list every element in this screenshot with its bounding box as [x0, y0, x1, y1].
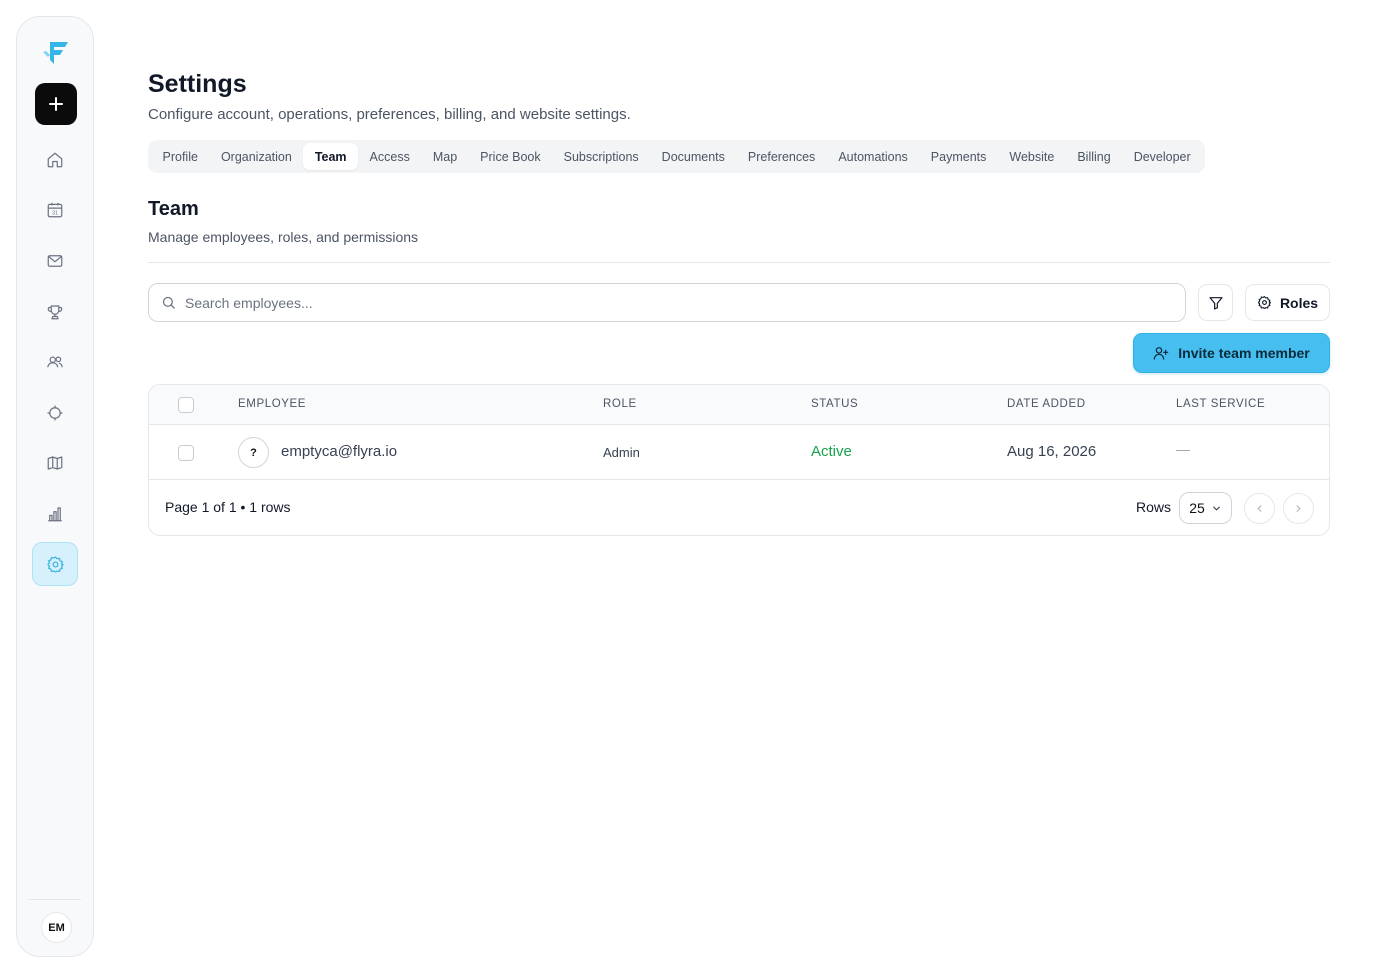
status-badge: Active	[811, 443, 852, 460]
user-avatar[interactable]: EM	[41, 912, 72, 943]
section-title: Team	[148, 198, 199, 220]
employee-email: emptyca@flyra.io	[281, 443, 398, 460]
next-page-button[interactable]	[1283, 493, 1314, 524]
column-header-role[interactable]: Role	[603, 398, 637, 410]
settings-icon	[46, 555, 64, 573]
home-icon	[47, 152, 63, 168]
column-header-date-added[interactable]: Date Added	[1007, 398, 1086, 410]
previous-page-button[interactable]	[1244, 493, 1275, 524]
calendar-icon: 31	[47, 202, 63, 218]
settings-tabs: Profile Organization Team Access Map Pri…	[148, 140, 1206, 173]
create-new-button[interactable]	[35, 83, 77, 125]
table-header: Employee Role Status Date Added Last Ser…	[149, 385, 1329, 425]
sidebar-divider	[29, 899, 81, 900]
employee-role: Admin	[603, 445, 640, 460]
search-icon	[162, 296, 175, 309]
svg-text:31: 31	[52, 211, 58, 217]
gear-icon	[1257, 296, 1271, 309]
nav-home[interactable]	[17, 138, 93, 182]
nav-team[interactable]	[17, 340, 93, 384]
employee-avatar: ?	[238, 437, 269, 468]
column-header-last-service[interactable]: Last Service	[1176, 398, 1265, 410]
column-header-employee[interactable]: Employee	[238, 398, 306, 410]
nav-settings[interactable]	[17, 542, 93, 586]
chevron-left-icon	[1257, 505, 1262, 512]
tab-developer[interactable]: Developer	[1122, 143, 1202, 170]
tab-organization[interactable]: Organization	[209, 143, 303, 170]
nav-reports[interactable]	[17, 492, 93, 536]
pagination-info: Page 1 of 1 • 1 rows	[165, 499, 291, 515]
rows-per-page-select[interactable]: 25	[1179, 492, 1232, 524]
last-service: —	[1176, 441, 1190, 457]
chevron-right-icon	[1296, 505, 1301, 512]
date-added: Aug 16, 2026	[1007, 443, 1097, 460]
tab-map[interactable]: Map	[421, 143, 468, 170]
search-bar	[148, 283, 1186, 322]
rows-per-page-value: 25	[1189, 500, 1205, 516]
chevron-down-icon	[1212, 506, 1220, 511]
bar-chart-icon	[48, 507, 62, 522]
sidebar: 31 EM	[16, 16, 94, 957]
invite-team-member-button[interactable]: Invite team member	[1133, 333, 1330, 373]
tab-payments[interactable]: Payments	[919, 143, 998, 170]
select-all-checkbox[interactable]	[178, 397, 194, 413]
invite-button-label: Invite team member	[1178, 345, 1310, 361]
tab-documents[interactable]: Documents	[650, 143, 736, 170]
page-subtitle: Configure account, operations, preferenc…	[148, 106, 631, 123]
tab-automations[interactable]: Automations	[827, 143, 919, 170]
tab-access[interactable]: Access	[358, 143, 421, 170]
nav-messages[interactable]	[17, 239, 93, 283]
target-icon	[47, 405, 63, 421]
section-divider	[148, 262, 1330, 263]
table-row[interactable]: ? emptyca@flyra.io Admin Active Aug 16, …	[149, 425, 1329, 480]
tab-profile[interactable]: Profile	[151, 143, 209, 170]
employees-table: Employee Role Status Date Added Last Ser…	[148, 384, 1330, 536]
row-checkbox[interactable]	[178, 445, 194, 461]
rows-per-page-label: Rows	[1136, 499, 1172, 515]
section-subtitle: Manage employees, roles, and permissions	[148, 229, 419, 245]
table-footer: Page 1 of 1 • 1 rows Rows 25	[149, 480, 1329, 535]
tab-preferences[interactable]: Preferences	[736, 143, 826, 170]
tab-billing[interactable]: Billing	[1066, 143, 1122, 170]
page-title: Settings	[148, 70, 247, 98]
tab-team[interactable]: Team	[303, 143, 359, 170]
roles-button[interactable]: Roles	[1245, 284, 1330, 321]
user-plus-icon	[1153, 347, 1169, 360]
roles-button-label: Roles	[1279, 294, 1319, 311]
nav-achievements[interactable]	[17, 290, 93, 334]
tab-subscriptions[interactable]: Subscriptions	[552, 143, 650, 170]
nav-calendar[interactable]: 31	[17, 188, 93, 232]
tab-website[interactable]: Website	[998, 143, 1066, 170]
mail-icon	[47, 255, 63, 267]
plus-icon	[49, 97, 63, 111]
nav-map[interactable]	[17, 441, 93, 485]
filter-button[interactable]	[1198, 284, 1233, 321]
nav-targets[interactable]	[17, 391, 93, 435]
app-logo[interactable]	[41, 37, 71, 67]
trophy-icon	[47, 305, 63, 320]
tab-price-book[interactable]: Price Book	[469, 143, 552, 170]
map-icon	[47, 456, 63, 470]
filter-icon	[1208, 296, 1223, 310]
users-icon	[47, 356, 63, 368]
column-header-status[interactable]: Status	[811, 398, 858, 410]
search-input[interactable]	[185, 294, 1165, 311]
